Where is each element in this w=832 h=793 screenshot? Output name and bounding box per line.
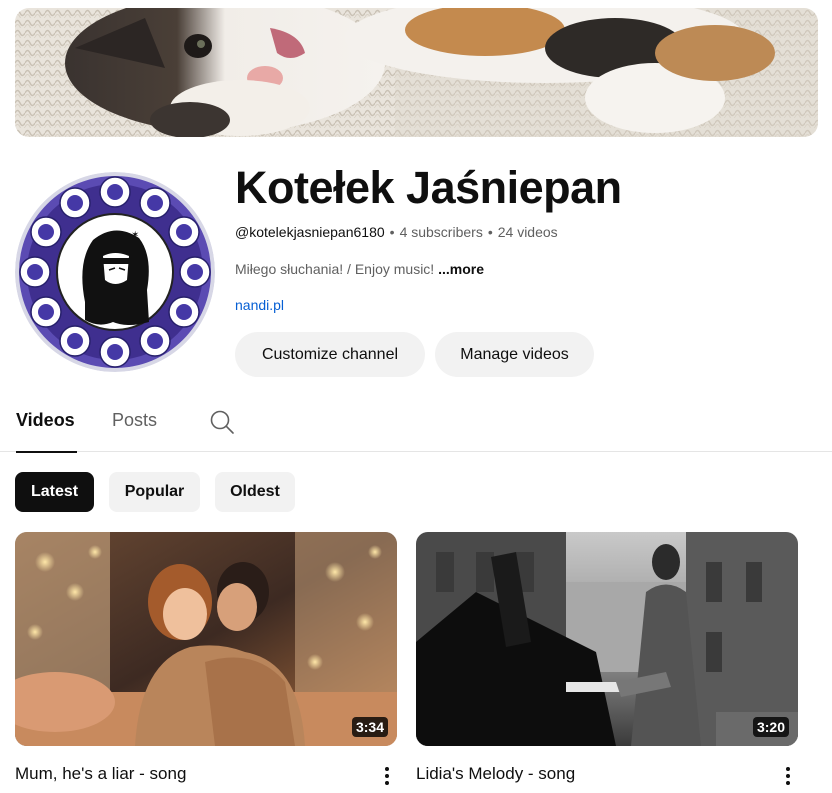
channel-banner xyxy=(15,8,818,137)
tab-posts[interactable]: Posts xyxy=(112,410,157,452)
channel-avatar[interactable]: ✶ xyxy=(15,172,215,372)
more-link[interactable]: ...more xyxy=(438,261,484,277)
video-count: 24 videos xyxy=(497,224,558,240)
svg-text:✶: ✶ xyxy=(131,230,139,241)
filter-latest-chip[interactable]: Latest xyxy=(15,472,94,512)
banner-image xyxy=(15,8,818,137)
channel-tabs: Videos Posts xyxy=(0,390,832,453)
video-duration: 3:34 xyxy=(351,717,388,737)
video-card: 3:34 Mum, he's a liar - song xyxy=(15,532,397,785)
video-card: 3:20 Lidia's Melody - song xyxy=(416,532,798,785)
kebab-menu-icon[interactable] xyxy=(375,764,399,788)
video-thumbnail[interactable]: 3:20 xyxy=(416,532,798,746)
channel-description[interactable]: Miłego słuchania! / Enjoy music! ...more xyxy=(235,261,484,277)
channel-link[interactable]: nandi.pl xyxy=(235,297,284,313)
kebab-menu-icon[interactable] xyxy=(776,764,800,788)
filter-popular-chip[interactable]: Popular xyxy=(109,472,200,512)
description-text: Miłego słuchania! / Enjoy music! xyxy=(235,261,435,277)
filter-oldest-chip[interactable]: Oldest xyxy=(215,472,295,512)
meta-separator: • xyxy=(487,224,493,240)
tab-videos[interactable]: Videos xyxy=(16,410,77,453)
customize-channel-button[interactable]: Customize channel xyxy=(235,332,425,377)
video-duration: 3:20 xyxy=(752,717,789,737)
search-icon[interactable] xyxy=(208,408,236,436)
subscriber-count: 4 subscribers xyxy=(399,224,483,240)
channel-handle: @kotelekjasniepan6180 xyxy=(235,224,385,240)
video-thumbnail[interactable]: 3:34 xyxy=(15,532,397,746)
meta-separator: • xyxy=(389,224,395,240)
video-title[interactable]: Mum, he's a liar - song xyxy=(15,764,186,784)
channel-page: ✶ Kotełek Jaśniepan @kotelekjasniepan618… xyxy=(0,0,832,793)
manage-videos-button[interactable]: Manage videos xyxy=(435,332,594,377)
channel-meta: @kotelekjasniepan6180 • 4 subscribers • 24 v… xyxy=(235,224,558,240)
avatar-image: ✶ xyxy=(15,172,215,372)
thumbnail-image xyxy=(416,532,798,746)
thumbnail-image xyxy=(15,532,397,746)
video-title[interactable]: Lidia's Melody - song xyxy=(416,764,575,784)
channel-name: Kotełek Jaśniepan xyxy=(235,162,622,213)
